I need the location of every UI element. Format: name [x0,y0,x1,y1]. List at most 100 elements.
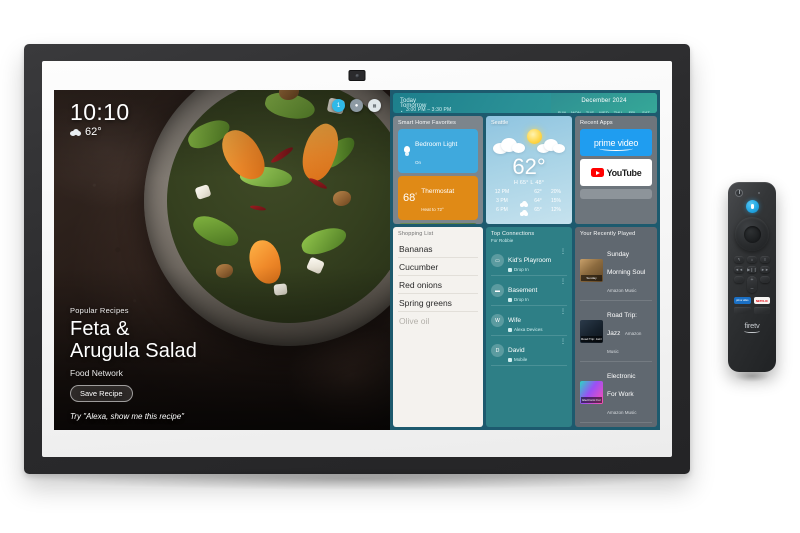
alexa-voice-button[interactable] [745,200,759,213]
calendar-month-label: December 2024 [581,98,627,104]
weather-hourly-row: 3 PM 64° 15% [491,198,567,207]
overflow-menu-icon[interactable]: ⋮ [560,279,566,285]
calendar-weekday-header: TUE [585,110,595,113]
rewind-button[interactable]: ◄◄ [734,266,744,273]
prime-video-button[interactable]: prime video [734,297,751,304]
list-item[interactable]: ▭ Kid's Playroom Drop In ⋮ [491,246,567,276]
connection-name: Wife [508,317,521,324]
app-shortcut-icon[interactable]: ▩ [368,99,381,112]
volume-down-button[interactable]: – [751,286,754,292]
alexa-hint-text: Try "Alexa, show me this recipe" [70,412,185,421]
list-item[interactable]: D David Mobile ⋮ [491,336,567,366]
connection-sub: Drop In [508,267,551,272]
list-item[interactable]: Olive oil [398,312,478,329]
overflow-menu-icon[interactable]: ⋮ [560,309,566,315]
fast-forward-button[interactable]: ►► [760,266,770,273]
hour-label: 3 PM [496,198,508,204]
smart-home-thermostat-tile[interactable]: 68° Thermostat Heat to 72° [398,176,478,220]
weather-widget[interactable]: Seattle 62° H 65° L 48° 12 PM 62° 20% 3 … [486,116,572,224]
home-button[interactable]: ⌂ [747,256,757,263]
connections-title: Top Connections [491,231,535,237]
calendar-events: Today 3:00 PM – 3:30 PM Daycare pickup 4… [393,93,551,113]
calendar-widget[interactable]: Today 3:00 PM – 3:30 PM Daycare pickup 4… [393,93,657,113]
connection-name: Kid's Playroom [508,257,552,264]
list-item[interactable]: W Wife Alexa Devices ⋮ [491,306,567,336]
youtube-wordmark: YouTube [606,167,642,178]
app-shortcut-3-button[interactable] [734,307,751,314]
recent-apps-widget[interactable]: Recent Apps prime video YouTube [575,116,657,224]
list-item[interactable]: Road Trip: Jazz Road Trip: Jazz Amazon M… [580,301,652,362]
list-item[interactable]: Electronic For Work ElectronicFor Work A… [580,362,652,423]
connection-sub: Alexa Devices [508,327,543,332]
hour-label: 12 PM [494,189,510,195]
list-item[interactable]: ▬ Basement Drop In ⋮ [491,276,567,306]
calendar-weekday-header: SUN [557,110,567,113]
select-button[interactable] [743,225,761,243]
app-tile-partial[interactable] [580,189,652,199]
calendar-month-grid[interactable]: December 2024 SUNMONTUEWEDTHUFRISAT12345… [551,93,657,113]
recipe-title-line2: Arugula Salad [70,340,197,363]
volume-rocker[interactable]: + – [747,276,757,293]
notification-badge-icon[interactable]: 1 [332,99,345,112]
playlist-source: Amazon Music [607,410,637,415]
profile-avatar-icon[interactable]: ● [350,99,363,112]
playlist-source: Amazon Music [607,288,637,293]
guide-button[interactable] [760,276,770,283]
device-screen: 10:10 62° 1 ● ▩ Popular Recipes Feta & A [54,90,660,430]
fire-tv-remote[interactable]: ↰ ⌂ ≡ ◄◄ ▶❙❙ ►► + – prime video NETFLIX … [728,182,776,382]
recipe-title: Feta & Arugula Salad [70,318,197,363]
dropin-icon [508,267,512,272]
recipe-source: Food Network [70,368,123,378]
list-item[interactable]: Red onions [398,276,478,294]
product-render-scene: 10:10 62° 1 ● ▩ Popular Recipes Feta & A [0,0,800,533]
calendar-days-grid: SUNMONTUEWEDTHUFRISAT1234567891011121314… [555,107,653,113]
dpad-navigation[interactable] [735,217,769,251]
album-art-label: Electronic For Work [581,396,602,403]
bulb-icon [403,146,411,156]
widget-row-bottom: Shopping List Bananas Cucumber Red onion… [393,227,657,427]
hour-temp: 65° [534,207,542,213]
prime-video-app-tile[interactable]: prime video [580,129,652,156]
list-item[interactable]: Bananas [398,240,478,258]
play-pause-button[interactable]: ▶❙❙ [747,266,757,273]
save-recipe-button[interactable]: Save Recipe [70,385,133,402]
overflow-menu-icon[interactable]: ⋮ [560,249,566,255]
smart-home-camera-tile[interactable]: Backyard [398,223,478,224]
recipe-photo-pane[interactable]: 10:10 62° 1 ● ▩ Popular Recipes Feta & A [54,90,390,430]
power-icon[interactable] [735,188,743,197]
netflix-button[interactable]: NETFLIX [753,297,770,304]
list-item[interactable]: Spring greens [398,294,478,312]
hour-precip: 15% [550,198,561,204]
widget-pane: Today 3:00 PM – 3:30 PM Daycare pickup 4… [390,90,660,430]
light-name: Bedroom Light [415,141,458,148]
weather-hourly-row: 6 PM 65° 12% [491,207,567,216]
playlist-title: Sunday Morning Soul [607,251,646,276]
prime-video-wordmark: prime video [593,137,639,151]
echo-show-device: 10:10 62° 1 ● ▩ Popular Recipes Feta & A [24,44,690,490]
back-button[interactable]: ↰ [734,256,744,263]
hour-precip: 20% [550,189,561,195]
microphone-icon [758,191,760,194]
youtube-app-tile[interactable]: YouTube [580,159,652,186]
thermostat-name: Thermostat [421,188,455,195]
volume-up-button[interactable]: + [751,277,754,283]
cloud-icon [70,128,81,136]
list-item[interactable]: Cucumber [398,258,478,276]
youtube-play-icon [590,168,604,177]
phone-icon [508,357,512,362]
smart-home-widget[interactable]: Smart Home Favorites Bedroom Light On 68… [393,116,483,224]
smart-home-light-tile[interactable]: Bedroom Light On [398,129,478,173]
recently-played-widget[interactable]: Your Recently Played Sunday Morning Soul… [575,227,657,427]
mute-button[interactable] [734,276,744,283]
remote-app-buttons-row2 [728,304,776,314]
smart-home-title: Smart Home Favorites [398,120,457,126]
recipe-kicker: Popular Recipes [70,305,129,315]
album-art: Road Trip: Jazz [580,319,603,343]
overflow-menu-icon[interactable]: ⋮ [560,339,566,345]
app-shortcut-4-button[interactable] [753,307,770,314]
avatar: D [491,344,504,357]
menu-button[interactable]: ≡ [760,256,770,263]
list-item[interactable]: Sunday Morning Soul SundayMorning Soul A… [580,240,652,301]
shopping-list-widget[interactable]: Shopping List Bananas Cucumber Red onion… [393,227,483,427]
top-connections-widget[interactable]: Top Connections For Robbie ▭ Kid's Playr… [486,227,572,427]
